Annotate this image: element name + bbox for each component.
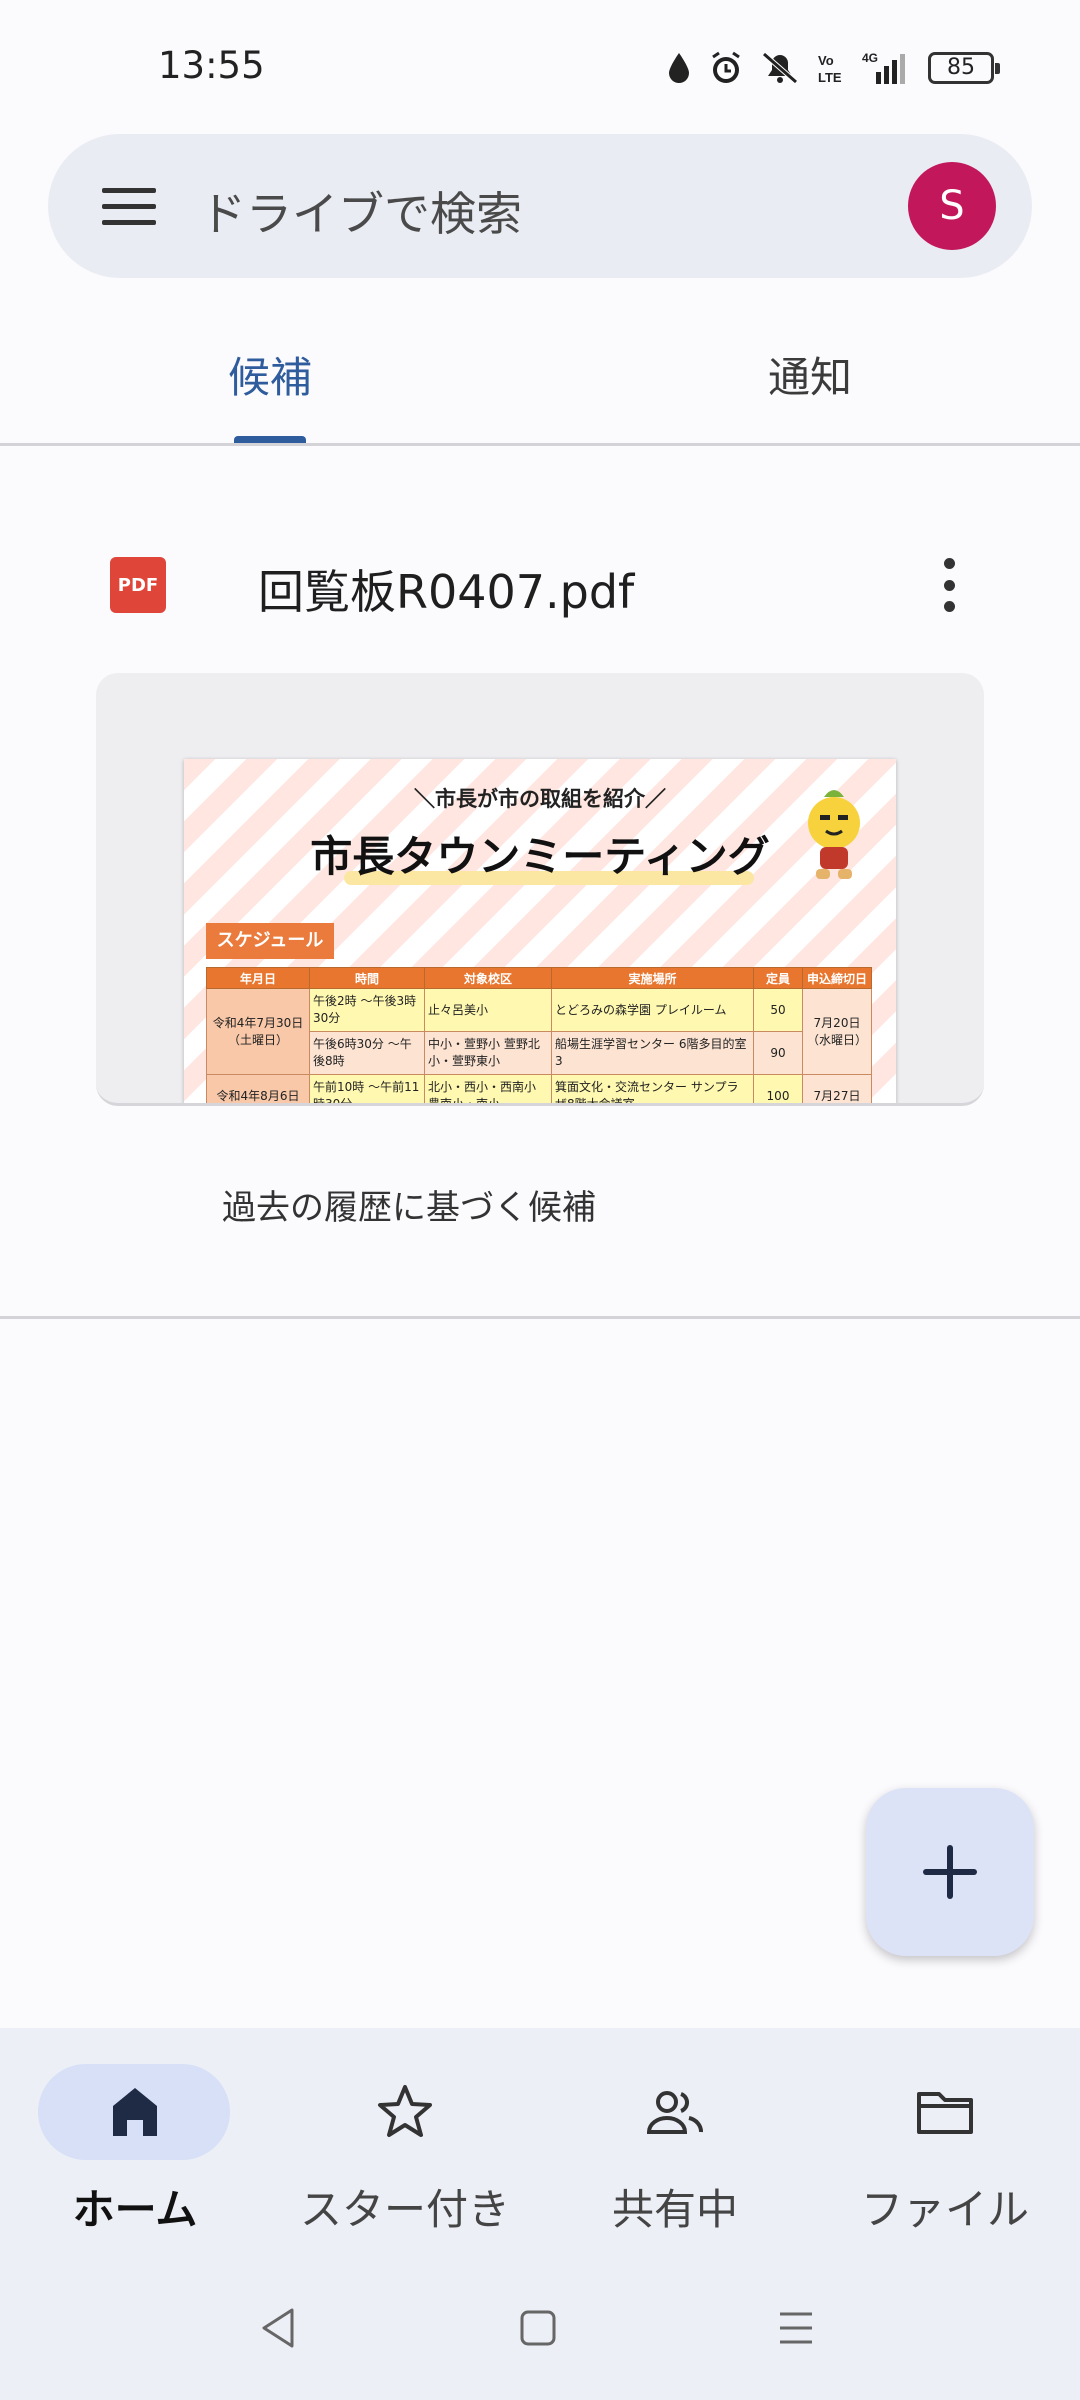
nav-home[interactable]: ホーム <box>0 2028 270 2268</box>
svg-text:Vo: Vo <box>818 53 834 68</box>
table-header: 実施場所 <box>551 967 754 989</box>
nav-label-home: ホーム <box>72 2185 198 2234</box>
table-cell: 船場生涯学習センター 6階多目的室3 <box>551 1031 754 1075</box>
nav-shared[interactable]: 共有中 <box>540 2028 810 2268</box>
table-header: 時間 <box>309 967 425 989</box>
nav-starred[interactable]: スター付き <box>270 2028 540 2268</box>
nav-label-shared: 共有中 <box>611 2185 738 2234</box>
mute-icon <box>762 52 798 84</box>
doc-subtitle: ＼市長が市の取組を紹介／ <box>414 787 666 811</box>
alarm-icon <box>712 51 740 83</box>
mascot-illustration <box>808 790 860 879</box>
table-cell: 100 <box>753 1074 803 1103</box>
pdf-icon: PDF <box>110 557 166 613</box>
document-preview: ＼市長が市の取組を紹介／ 市長タウンミーティング スケジュール 年月日 時間 対… <box>184 759 896 1103</box>
menu-icon[interactable] <box>102 188 156 226</box>
recents-icon[interactable] <box>776 2306 816 2350</box>
nav-label-files: ファイル <box>860 2185 1029 2234</box>
status-icons: Vo LTE 4G 85 <box>666 46 1000 90</box>
table-row: 令和4年8月6日 午前10時 ～午前11時30分 北小・西小・西南小 豊南小・南… <box>206 1074 872 1103</box>
table-cell: 午後6時30分 ～午後8時 <box>309 1031 425 1075</box>
folder-icon <box>917 2092 973 2134</box>
table-cell: とどろみの森学園 プレイルーム <box>551 988 754 1032</box>
data-saver-icon <box>669 53 689 83</box>
table-cell: 午後2時 ～午後3時30分 <box>309 988 425 1032</box>
home-button-icon[interactable] <box>518 2306 558 2350</box>
home-icon <box>113 2088 157 2136</box>
people-icon <box>646 2091 703 2134</box>
more-options-icon[interactable] <box>932 558 966 612</box>
section-divider <box>0 1316 1080 1319</box>
back-icon[interactable] <box>258 2306 298 2350</box>
svg-text:4G: 4G <box>862 51 878 65</box>
table-cell: 北小・西小・西南小 豊南小・南小 <box>424 1074 552 1103</box>
file-thumbnail[interactable]: ＼市長が市の取組を紹介／ 市長タウンミーティング スケジュール 年月日 時間 対… <box>96 673 984 1106</box>
status-time: 13:55 <box>158 44 265 87</box>
nav-label-starred: スター付き <box>299 2185 510 2234</box>
table-cell: 箕面文化・交流センター サンプラザ8階大会議室 <box>551 1074 754 1103</box>
tab-notifications[interactable]: 通知 <box>768 344 852 405</box>
tab-divider <box>0 443 1080 446</box>
table-cell: 令和4年7月30日（土曜日） <box>206 988 310 1075</box>
battery-indicator: 85 <box>928 52 1000 84</box>
table-cell: 止々呂美小 <box>424 988 552 1032</box>
table-cell: 90 <box>753 1031 803 1075</box>
suggestion-reason: 過去の履歴に基づく候補 <box>222 1188 596 1228</box>
star-icon <box>378 2085 432 2137</box>
avatar[interactable]: S <box>908 162 996 250</box>
signal-icon: 4G <box>862 51 905 84</box>
schedule-label: スケジュール <box>206 923 334 959</box>
table-cell: 令和4年8月6日 <box>206 1074 310 1103</box>
file-name[interactable]: 回覧板R0407.pdf <box>258 556 634 622</box>
table-cell: 7月27日 <box>802 1074 872 1103</box>
search-bar[interactable]: ドライブで検索 S <box>48 134 1032 278</box>
table-header: 対象校区 <box>424 967 552 989</box>
schedule-table: 年月日 時間 対象校区 実施場所 定員 申込締切日 令和4年7月30日（土曜日）… <box>206 967 872 1103</box>
table-header: 年月日 <box>206 967 310 989</box>
table-header-row: 年月日 時間 対象校区 実施場所 定員 申込締切日 <box>206 967 872 989</box>
volte-icon: Vo LTE <box>818 53 842 85</box>
doc-title: 市長タウンミーティング <box>310 832 770 881</box>
table-cell: 中小・萱野小 萱野北小・萱野東小 <box>424 1031 552 1075</box>
tab-suggestions[interactable]: 候補 <box>228 344 312 405</box>
table-header: 定員 <box>753 967 803 989</box>
nav-files[interactable]: ファイル <box>810 2028 1080 2268</box>
svg-text:LTE: LTE <box>818 70 842 85</box>
table-cell: 50 <box>753 988 803 1032</box>
table-header: 申込締切日 <box>802 967 872 989</box>
table-cell: 7月20日（水曜日） <box>802 988 872 1075</box>
new-button[interactable] <box>866 1788 1034 1956</box>
table-cell: 午前10時 ～午前11時30分 <box>309 1074 425 1103</box>
table-row: 令和4年7月30日（土曜日） 午後2時 ～午後3時30分 止々呂美小 とどろみの… <box>206 988 872 1075</box>
search-input[interactable]: ドライブで検索 <box>200 178 522 244</box>
